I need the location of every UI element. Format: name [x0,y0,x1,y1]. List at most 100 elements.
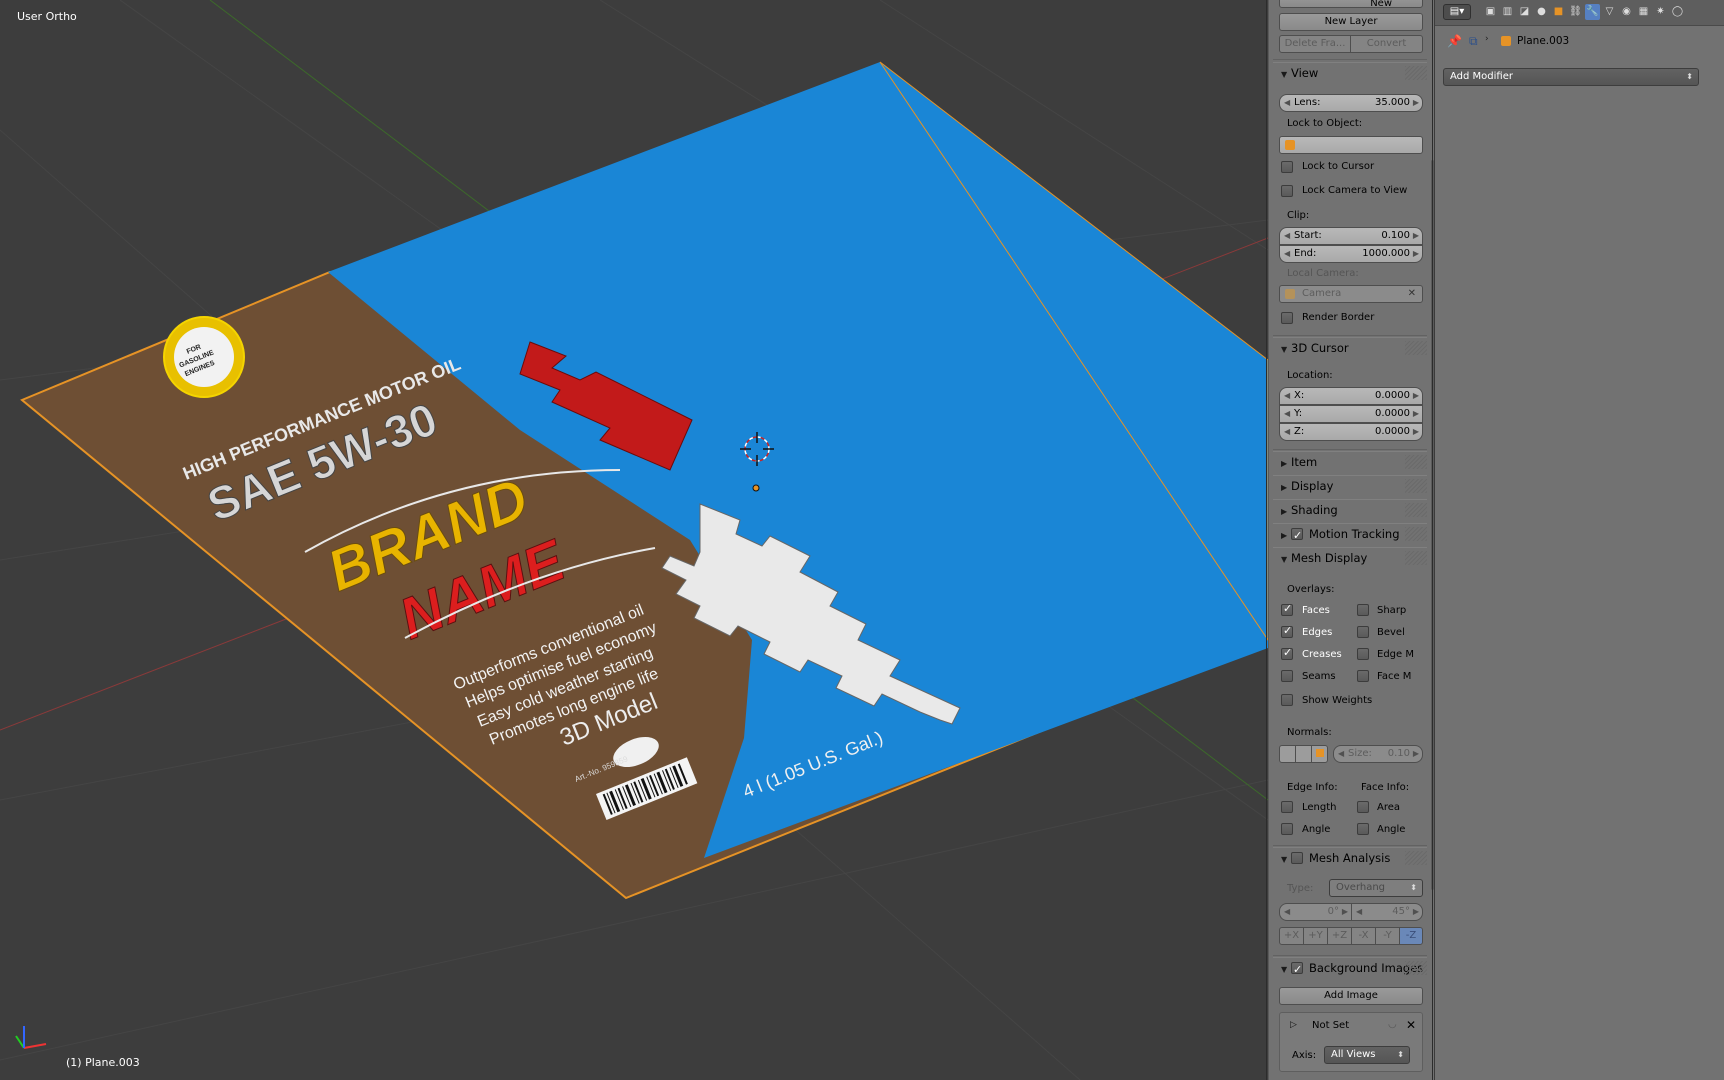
seams-label: Seams [1302,671,1336,682]
lock-to-cursor-checkbox[interactable] [1281,161,1293,173]
clear-icon[interactable]: ✕ [1408,286,1416,302]
face-angle-label: Angle [1377,824,1406,835]
render-tab-icon[interactable]: ▣ [1483,4,1498,20]
edge-angle-label: Angle [1302,824,1331,835]
camera-icon [1285,289,1295,299]
3d-cursor-panel-header[interactable]: ▼ 3D Cursor [1273,337,1427,357]
cursor-x-field[interactable]: ◀ X: 0.0000 ▶ [1279,387,1423,405]
sharp-checkbox[interactable] [1357,604,1369,616]
render-border-label: Render Border [1302,312,1375,323]
faces-checkbox[interactable] [1281,602,1293,616]
modifiers-tab-icon[interactable]: 🔧 [1585,4,1600,20]
mesh-analysis-panel-header[interactable]: ▼ Mesh Analysis [1273,847,1427,867]
vertex-normals-icon[interactable] [1279,745,1296,763]
local-camera-label: Local Camera: [1287,268,1359,279]
mesh-analysis-checkbox[interactable] [1291,851,1303,864]
scene-tab-icon[interactable]: ◪ [1517,4,1532,20]
background-images-checkbox[interactable] [1291,960,1303,980]
axis-plus-y-button[interactable]: +Y [1303,927,1328,945]
faces-label: Faces [1302,605,1330,616]
add-image-button[interactable]: Add Image [1279,987,1423,1005]
overlays-label: Overlays: [1287,584,1335,595]
render-layers-tab-icon[interactable]: ▥ [1500,4,1515,20]
display-panel-header[interactable]: ▶ Display [1273,475,1427,495]
material-tab-icon[interactable]: ◉ [1619,4,1634,20]
bevel-checkbox[interactable] [1357,626,1369,638]
new-layer-button[interactable]: New Layer [1279,13,1423,31]
breadcrumb-arrow-icon: › [1485,34,1489,44]
edges-checkbox[interactable] [1281,624,1293,638]
lock-object-field[interactable] [1279,136,1423,154]
lock-to-cursor-label: Lock to Cursor [1302,161,1375,172]
pin-icon[interactable]: 📌 [1447,34,1462,48]
face-marks-checkbox[interactable] [1357,670,1369,682]
cursor-y-field[interactable]: ◀ Y: 0.0000 ▶ [1279,405,1423,423]
edge-marks-checkbox[interactable] [1357,648,1369,660]
motion-tracking-panel-header[interactable]: ▶Motion Tracking [1273,523,1427,546]
item-panel-header[interactable]: ▶ Item [1273,451,1427,471]
region-divider[interactable] [1266,0,1267,1080]
lens-field[interactable]: ◀ Lens: 35.000 ▶ [1279,94,1423,112]
axis-plus-x-button[interactable]: +X [1279,927,1304,945]
normals-size-field[interactable]: ◀ Size: 0.10 ▶ [1333,745,1423,763]
shading-panel-header[interactable]: ▶ Shading [1273,499,1427,519]
add-modifier-menu[interactable]: Add Modifier ⬍ [1443,68,1699,86]
clip-label: Clip: [1287,210,1310,221]
axis-minus-z-button[interactable]: -Z [1399,927,1423,945]
show-weights-label: Show Weights [1302,695,1373,706]
creases-label: Creases [1302,649,1342,660]
local-camera-field[interactable]: Camera ✕ [1279,285,1423,303]
show-weights-checkbox[interactable] [1281,694,1293,706]
object-tab-icon[interactable]: ■ [1551,4,1566,20]
delete-frame-button[interactable]: Delete Fra... [1279,35,1351,53]
editor-type-menu[interactable]: ▤▾ [1443,4,1471,20]
viewport-scene[interactable]: FOR GASOLINE ENGINES HIGH PERFORMANCE MO… [0,0,1268,1080]
area-label: Area [1377,802,1401,813]
particles-tab-icon[interactable]: ✷ [1653,4,1668,20]
3d-viewport[interactable]: FOR GASOLINE ENGINES HIGH PERFORMANCE MO… [0,0,1268,1080]
convert-button[interactable]: Convert [1350,35,1423,53]
seams-checkbox[interactable] [1281,670,1293,682]
analysis-min-field[interactable]: ◀ 0° ▶ [1279,903,1352,921]
clip-end-field[interactable]: ◀ End: 1000.000 ▶ [1279,245,1423,263]
face-info-label: Face Info: [1361,782,1410,793]
view-panel-header[interactable]: ▼ View [1273,62,1427,82]
world-tab-icon[interactable]: ● [1534,4,1549,20]
loop-normals-icon[interactable] [1295,745,1312,763]
new-button[interactable]: New [1279,0,1423,8]
constraints-tab-icon[interactable]: ⛓ [1568,4,1583,20]
face-angle-checkbox[interactable] [1357,823,1369,835]
lock-camera-checkbox[interactable] [1281,185,1293,197]
edge-angle-checkbox[interactable] [1281,823,1293,835]
expand-icon[interactable]: ▷ [1290,1020,1297,1030]
object-icon [1501,36,1511,46]
edges-label: Edges [1302,627,1333,638]
view-name: User Ortho [17,10,77,23]
area-checkbox[interactable] [1357,801,1369,813]
axis-select[interactable]: All Views ⬍ [1324,1046,1410,1064]
data-tab-icon[interactable]: ▽ [1602,4,1617,20]
length-checkbox[interactable] [1281,801,1293,813]
render-border-checkbox[interactable] [1281,312,1293,324]
axis-minus-x-button[interactable]: -X [1351,927,1376,945]
motion-tracking-checkbox[interactable] [1291,526,1303,546]
creases-checkbox[interactable] [1281,646,1293,660]
clip-start-field[interactable]: ◀ Start: 0.100 ▶ [1279,227,1423,245]
edge-marks-label: Edge M [1377,649,1414,660]
physics-tab-icon[interactable]: ◯ [1670,4,1685,20]
remove-image-icon[interactable]: ✕ [1406,1018,1416,1032]
face-normals-icon[interactable] [1311,745,1328,763]
analysis-type-label: Type: [1287,883,1314,894]
axis-plus-z-button[interactable]: +Z [1327,927,1352,945]
normals-label: Normals: [1287,727,1332,738]
analysis-type-select[interactable]: Overhang ⬍ [1329,879,1423,897]
background-images-panel-header[interactable]: ▼Background Images [1273,957,1427,980]
properties-header: ▤▾ ▣ ▥ ◪ ● ■ ⛓ 🔧 ▽ ◉ ▦ ✷ ◯ [1435,0,1724,26]
editor-divider[interactable] [1432,0,1433,1080]
texture-tab-icon[interactable]: ▦ [1636,4,1651,20]
cursor-z-field[interactable]: ◀ Z: 0.0000 ▶ [1279,423,1423,441]
mesh-display-panel-header[interactable]: ▼ Mesh Display [1273,547,1427,567]
visibility-icon[interactable]: ◡ [1388,1019,1397,1030]
axis-minus-y-button[interactable]: -Y [1375,927,1400,945]
analysis-max-field[interactable]: ◀ 45° ▶ [1351,903,1423,921]
